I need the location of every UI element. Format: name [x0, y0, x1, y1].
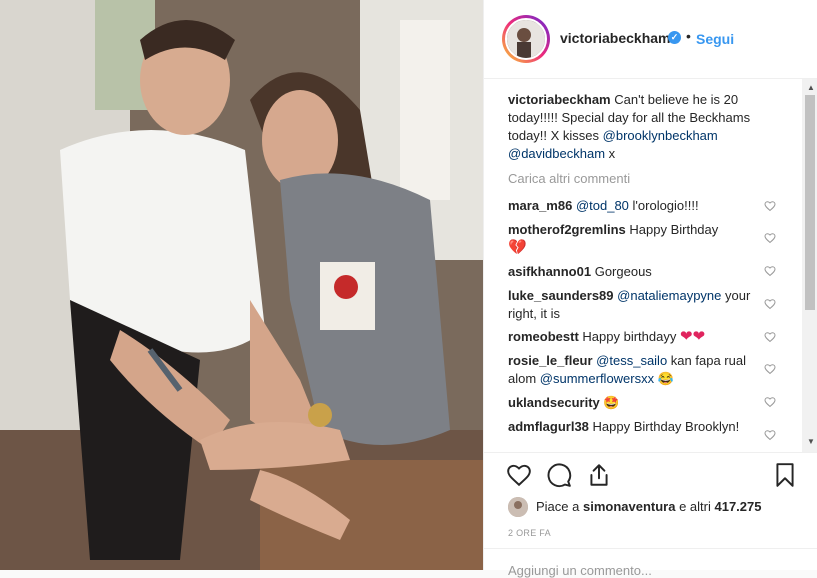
comment-username[interactable]: mara_m86	[508, 198, 572, 213]
likes-prefix: Piace a	[536, 499, 583, 514]
bookmark-icon[interactable]	[772, 462, 798, 488]
comment-text: l'orologio!!!!	[628, 198, 699, 213]
comment-like-heart-icon[interactable]	[764, 232, 776, 244]
comment-like-heart-icon[interactable]	[764, 396, 776, 408]
load-more-comments[interactable]: Carica altri commenti	[508, 171, 630, 186]
comment-icon[interactable]	[546, 462, 572, 488]
scroll-down-arrow-icon[interactable]: ▼	[807, 437, 815, 446]
comment-like-heart-icon[interactable]	[764, 363, 776, 375]
comment-item: motherof2gremlins Happy Birthday 💔	[508, 221, 758, 257]
verified-badge-icon: ✓	[668, 31, 681, 44]
comment-like-heart-icon[interactable]	[764, 200, 776, 212]
header-username[interactable]: victoriabeckham	[560, 30, 671, 46]
liker-avatar[interactable]	[508, 497, 528, 517]
scroll-up-arrow-icon[interactable]: ▲	[807, 83, 815, 92]
comment-item: romeobestt Happy birthdayy ❤❤	[508, 328, 758, 346]
comment-item: uklandsecurity 🤩	[508, 394, 758, 412]
follow-button[interactable]: Segui	[696, 31, 734, 47]
comment-item: admflagurl38 Happy Birthday Brooklyn!	[508, 418, 758, 436]
comment-like-heart-icon[interactable]	[764, 331, 776, 343]
comment-text: Happy Birthday	[629, 222, 719, 237]
caption-tail: x	[605, 146, 616, 161]
story-ring[interactable]	[502, 15, 550, 63]
comment-text: Happy Birthday Brooklyn!	[592, 419, 740, 434]
add-comment-input[interactable]: Aggiungi un commento...	[508, 563, 652, 578]
laughing-emoji: 😂	[657, 371, 674, 386]
comment-like-heart-icon[interactable]	[764, 298, 776, 310]
likes-middle: e altri	[675, 499, 715, 514]
caption-mention-brooklyn[interactable]: @brooklynbeckham	[603, 128, 718, 143]
broken-heart-emoji: 💔	[508, 239, 527, 256]
comment-username[interactable]: rosie_le_fleur	[508, 353, 593, 368]
post-photo[interactable]	[0, 0, 483, 570]
comment-username[interactable]: uklandsecurity	[508, 395, 600, 410]
action-bar	[484, 452, 817, 497]
comment-mention-second[interactable]: @summerflowersxx	[540, 371, 654, 386]
comment-mention[interactable]: @tod_80	[576, 198, 629, 213]
comments-list[interactable]: victoriabeckham Can't believe he is 20 t…	[484, 79, 802, 452]
add-comment-bar: Aggiungi un commento...	[484, 548, 817, 578]
post-timestamp[interactable]: 2 ORE FA	[508, 528, 551, 538]
comment-item: mara_m86 @tod_80 l'orologio!!!!	[508, 197, 758, 215]
liker-avatar-image	[508, 497, 528, 517]
avatar[interactable]	[505, 18, 547, 60]
post-sidebar: victoriabeckham ✓ • Segui victoriabeckha…	[483, 0, 817, 578]
comment-text: Gorgeous	[594, 264, 652, 279]
comment-like-heart-icon[interactable]	[764, 429, 776, 441]
likes-user[interactable]: simonaventura	[583, 499, 675, 514]
comment-item: luke_saunders89 @nataliemaypyne your rig…	[508, 287, 758, 323]
comment-text: Happy birthdayy	[582, 329, 677, 344]
comment-mention[interactable]: @tess_sailo	[596, 353, 667, 368]
star-eyes-emoji: 🤩	[603, 395, 620, 410]
caption-username[interactable]: victoriabeckham	[508, 92, 611, 107]
comment-item: asifkhanno01 Gorgeous	[508, 263, 758, 281]
share-icon[interactable]	[586, 462, 612, 488]
caption-mention-david[interactable]: @davidbeckham	[508, 146, 605, 161]
comment-mention[interactable]: @nataliemaypyne	[617, 288, 721, 303]
avatar-image	[507, 20, 545, 58]
instagram-post: victoriabeckham ✓ • Segui victoriabeckha…	[0, 0, 817, 578]
comment-username[interactable]: romeobestt	[508, 329, 579, 344]
red-hearts-emoji: ❤❤	[680, 328, 706, 345]
likes-count[interactable]: 417.275	[714, 499, 761, 514]
comments-scrollbar[interactable]: ▲ ▼	[802, 79, 817, 452]
comment-like-heart-icon[interactable]	[764, 265, 776, 277]
comment-username[interactable]: motherof2gremlins	[508, 222, 626, 237]
post-header: victoriabeckham ✓ • Segui	[484, 0, 817, 79]
comment-item: rosie_le_fleur @tess_sailo kan fapa rual…	[508, 352, 758, 388]
comment-username[interactable]: luke_saunders89	[508, 288, 614, 303]
post-caption: victoriabeckham Can't believe he is 20 t…	[508, 91, 782, 163]
heart-icon[interactable]	[506, 462, 532, 488]
comment-username[interactable]: admflagurl38	[508, 419, 589, 434]
photo-illustration	[0, 0, 483, 570]
comment-username[interactable]: asifkhanno01	[508, 264, 591, 279]
likes-text: Piace a simonaventura e altri 417.275	[536, 497, 761, 517]
separator-dot: •	[686, 28, 691, 44]
scrollbar-thumb[interactable]	[805, 95, 815, 310]
